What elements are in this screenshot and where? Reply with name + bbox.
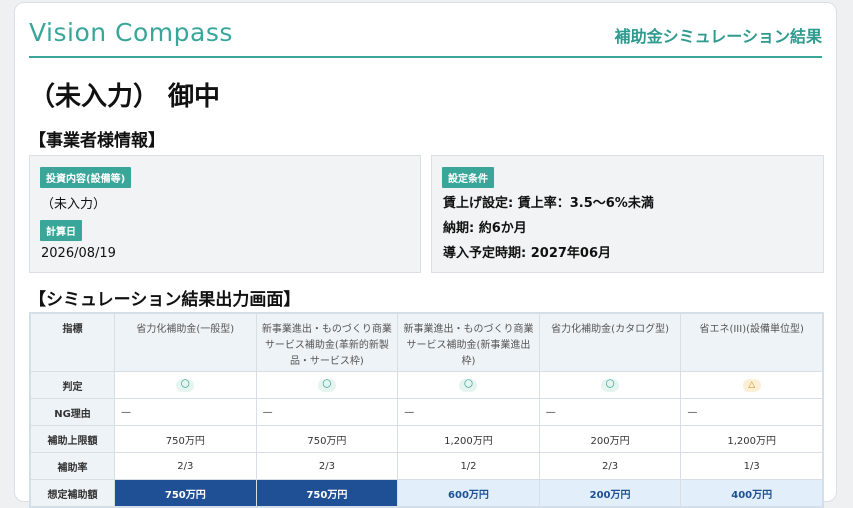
table-cell: 750万円 — [114, 425, 257, 453]
simulation-table-wrap: 指標 省力化補助金(一般型) 新事業進出・ものづくり商業サービス補助金(革新的新… — [29, 312, 824, 508]
table-cell: 750万円 — [255, 479, 399, 507]
simulation-heading: 【シミュレーション結果出力画面】 — [29, 290, 301, 310]
table-row-ng-reason: NG理由 — — — — — — [30, 398, 823, 426]
table-cell: 1,200万円 — [680, 425, 823, 453]
table-row-expected-amount: 想定補助額 750万円 750万円 600万円 200万円 400万円 — [30, 479, 823, 507]
table-cell: 2/3 — [538, 452, 682, 480]
table-cell: 200万円 — [538, 479, 682, 507]
table-cell: 600万円 — [397, 479, 540, 507]
recipient-name: （未入力） 御中 — [29, 82, 221, 112]
judgment-cell: 〇 — [255, 371, 399, 399]
judgment-cell: 〇 — [397, 371, 540, 399]
table-cell: 2/3 — [114, 452, 257, 480]
report-page: Vision Compass 補助金シミュレーション結果 （未入力） 御中 【事… — [14, 2, 837, 508]
judgment-ok-badge: 〇 — [601, 378, 620, 392]
brand-logo: Vision Compass — [29, 18, 233, 47]
report-header: Vision Compass 補助金シミュレーション結果 — [29, 3, 822, 58]
report-title: 補助金シミュレーション結果 — [614, 27, 822, 46]
condition-schedule: 導入予定時期: 2027年06月 — [443, 246, 611, 261]
condition-delivery: 納期: 約6か月 — [443, 221, 527, 236]
table-cell: 750万円 — [114, 479, 257, 507]
column-header: 省エネ(III)(設備単位型) — [680, 313, 823, 372]
column-header: 省力化補助金(一般型) — [114, 313, 257, 372]
metric-column-header: 指標 — [30, 313, 115, 372]
table-cell: 1,200万円 — [397, 425, 540, 453]
table-row-judgment: 判定 〇 〇 〇 〇 △ — [30, 371, 823, 399]
row-label: 想定補助額 — [30, 479, 115, 507]
judgment-ok-badge: 〇 — [459, 378, 478, 392]
column-header: 新事業進出・ものづくり商業サービス補助金(革新的新製品・サービス枠) — [255, 313, 399, 372]
calc-date-tag: 計算日 — [40, 220, 82, 241]
column-header: 省力化補助金(カタログ型) — [538, 313, 682, 372]
judgment-ok-badge: 〇 — [176, 378, 195, 392]
judgment-ok-badge: 〇 — [317, 378, 336, 392]
table-cell: — — [255, 398, 399, 426]
table-cell: 400万円 — [680, 479, 823, 507]
investment-value: （未入力） — [41, 197, 107, 212]
judgment-cell: △ — [680, 371, 823, 399]
conditions-info-box: 設定条件 賃上げ設定: 賃上率：3.5〜6%未満 納期: 約6か月 導入予定時期… — [431, 155, 824, 273]
table-cell: 200万円 — [538, 425, 682, 453]
row-label: 補助上限額 — [30, 425, 115, 453]
calc-date-value: 2026/08/19 — [41, 246, 116, 261]
business-info-heading: 【事業者様情報】 — [29, 131, 165, 151]
table-cell: 2/3 — [255, 452, 399, 480]
conditions-tag: 設定条件 — [442, 167, 494, 188]
judgment-warn-badge: △ — [742, 378, 761, 392]
judgment-cell: 〇 — [114, 371, 257, 399]
table-cell: — — [680, 398, 823, 426]
table-cell: — — [114, 398, 257, 426]
row-label: 補助率 — [30, 452, 115, 480]
investment-info-box: 投資内容(設備等) （未入力） 計算日 2026/08/19 — [29, 155, 421, 273]
investment-tag: 投資内容(設備等) — [40, 167, 132, 188]
simulation-table: 指標 省力化補助金(一般型) 新事業進出・ものづくり商業サービス補助金(革新的新… — [30, 313, 823, 507]
row-label: 判定 — [30, 371, 115, 399]
table-cell: 750万円 — [255, 425, 399, 453]
judgment-cell: 〇 — [538, 371, 682, 399]
condition-wage: 賃上げ設定: 賃上率：3.5〜6%未満 — [443, 196, 654, 211]
column-header: 新事業進出・ものづくり商業サービス補助金(新事業進出枠) — [397, 313, 540, 372]
table-cell: 1/2 — [397, 452, 540, 480]
table-cell: 1/3 — [680, 452, 823, 480]
table-cell: — — [538, 398, 682, 426]
table-row-limit: 補助上限額 750万円 750万円 1,200万円 200万円 1,200万円 — [30, 425, 823, 453]
table-cell: — — [397, 398, 540, 426]
row-label: NG理由 — [30, 398, 115, 426]
table-header-row: 指標 省力化補助金(一般型) 新事業進出・ものづくり商業サービス補助金(革新的新… — [30, 313, 823, 372]
table-row-rate: 補助率 2/3 2/3 1/2 2/3 1/3 — [30, 452, 823, 480]
